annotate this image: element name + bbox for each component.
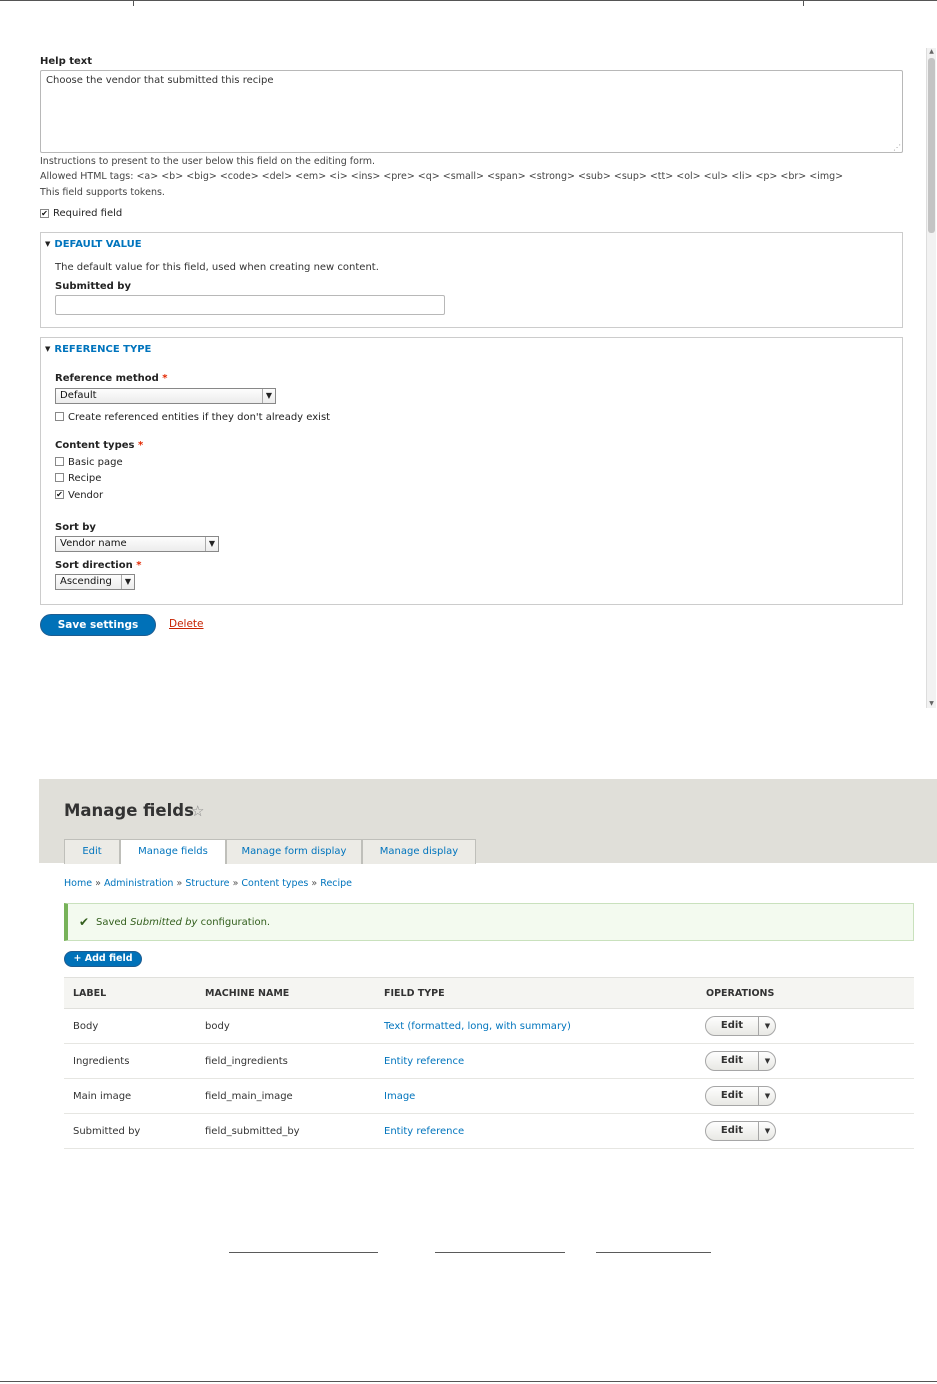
content-type-basic-page-checkbox[interactable]	[55, 457, 64, 466]
shortcut-star-icon[interactable]: ☆	[191, 802, 204, 820]
field-label: Submitted by	[73, 1126, 141, 1137]
chevron-down-icon: ▼	[262, 389, 275, 403]
operations-dropbutton: Edit ▼	[705, 1121, 776, 1141]
column-header-machine-name: MACHINE NAME	[205, 988, 290, 999]
status-message-text: Saved Submitted by configuration.	[96, 917, 271, 928]
field-settings-screenshot: Help text Choose the vendor that submitt…	[0, 40, 937, 708]
dropdown-toggle-icon[interactable]: ▼	[758, 1052, 776, 1070]
page-top-tick	[803, 0, 804, 6]
tab-manage-fields[interactable]: Manage fields	[120, 839, 226, 864]
breadcrumb: Home » Administration » Structure » Cont…	[64, 878, 353, 889]
tab-edit[interactable]: Edit	[64, 839, 120, 864]
breadcrumb-home[interactable]: Home	[64, 878, 92, 889]
vertical-scrollbar[interactable]: ▲ ▼	[926, 48, 936, 708]
sort-by-select[interactable]: Vendor name ▼	[55, 536, 219, 552]
footer-underline	[596, 1252, 711, 1253]
sort-by-label: Sort by	[55, 522, 96, 533]
chevron-down-icon: ▼	[121, 575, 134, 589]
chevron-down-icon: ▼	[205, 537, 218, 551]
help-text-label: Help text	[40, 56, 93, 67]
tab-manage-form-display[interactable]: Manage form display	[226, 839, 362, 864]
default-value-fieldset: ▼ DEFAULT VALUE The default value for thi…	[40, 232, 903, 328]
manage-fields-screenshot: Manage fields ☆ Edit Manage fields Manag…	[39, 779, 937, 1154]
footer-underline	[229, 1252, 378, 1253]
column-header-field-type: FIELD TYPE	[384, 988, 445, 999]
scroll-down-arrow-icon[interactable]: ▼	[927, 700, 936, 708]
content-type-vendor-checkbox[interactable]: ✔	[55, 490, 64, 499]
save-settings-button[interactable]: Save settings	[40, 614, 156, 636]
submitted-by-label: Submitted by	[55, 281, 131, 292]
content-type-recipe-checkbox[interactable]	[55, 473, 64, 482]
field-machine-name: field_main_image	[205, 1091, 293, 1102]
tab-manage-display[interactable]: Manage display	[362, 839, 476, 864]
content-type-recipe-label: Recipe	[68, 473, 102, 484]
delete-link[interactable]: Delete	[169, 618, 204, 630]
table-row: Main image field_main_image Image Edit ▼	[64, 1079, 914, 1114]
page-bottom-rule	[0, 1381, 937, 1382]
table-row: Submitted by field_submitted_by Entity r…	[64, 1114, 914, 1149]
submitted-by-autocomplete-input[interactable]	[55, 295, 445, 315]
page-title: Manage fields	[64, 801, 194, 820]
column-header-label: LABEL	[73, 988, 107, 999]
create-entities-label: Create referenced entities if they don't…	[68, 412, 331, 423]
sort-direction-select[interactable]: Ascending ▼	[55, 574, 135, 590]
breadcrumb-content-types[interactable]: Content types	[241, 878, 308, 889]
breadcrumb-recipe[interactable]: Recipe	[320, 878, 352, 889]
page-top-rule	[0, 0, 937, 1]
create-entities-checkbox[interactable]	[55, 412, 64, 421]
field-type-link[interactable]: Entity reference	[384, 1056, 464, 1067]
status-message: ✔ Saved Submitted by configuration.	[64, 903, 914, 941]
field-machine-name: field_submitted_by	[205, 1126, 300, 1137]
table-row: Ingredients field_ingredients Entity ref…	[64, 1044, 914, 1079]
default-value-description: The default value for this field, used w…	[55, 262, 379, 273]
field-label: Main image	[73, 1091, 132, 1102]
collapse-triangle-icon: ▼	[45, 240, 51, 248]
content-type-vendor-label: Vendor	[68, 490, 104, 501]
scrollbar-thumb[interactable]	[928, 58, 935, 233]
tokens-note: This field supports tokens.	[40, 187, 165, 198]
field-label: Ingredients	[73, 1056, 130, 1067]
operations-dropbutton: Edit ▼	[705, 1051, 776, 1071]
sort-direction-label: Sort direction *	[55, 560, 142, 571]
content-types-label: Content types *	[55, 440, 144, 451]
breadcrumb-structure[interactable]: Structure	[185, 878, 229, 889]
table-row: Body body Text (formatted, long, with su…	[64, 1009, 914, 1044]
field-type-link[interactable]: Entity reference	[384, 1126, 464, 1137]
page-top-tick	[133, 0, 134, 6]
field-type-link[interactable]: Text (formatted, long, with summary)	[384, 1021, 571, 1032]
add-field-button[interactable]: + Add field	[64, 951, 142, 967]
required-field-checkbox[interactable]: ✔	[40, 209, 49, 218]
help-text-description: Instructions to present to the user belo…	[40, 156, 375, 167]
operations-dropbutton: Edit ▼	[705, 1016, 776, 1036]
reference-method-select[interactable]: Default ▼	[55, 388, 276, 404]
field-machine-name: field_ingredients	[205, 1056, 288, 1067]
edit-button[interactable]: Edit	[706, 1122, 758, 1140]
dropdown-toggle-icon[interactable]: ▼	[758, 1017, 776, 1035]
help-text-textarea[interactable]: Choose the vendor that submitted this re…	[40, 70, 903, 153]
field-type-link[interactable]: Image	[384, 1091, 415, 1102]
reference-method-label: Reference method *	[55, 373, 168, 384]
collapse-triangle-icon: ▼	[45, 345, 51, 353]
resize-grip-icon[interactable]: ⋰	[893, 144, 901, 152]
field-label: Body	[73, 1021, 99, 1032]
reference-type-fieldset: ▼ REFERENCE TYPE Reference method * Defau…	[40, 337, 903, 605]
required-field-label: Required field	[53, 208, 123, 219]
column-header-operations: OPERATIONS	[706, 988, 775, 999]
scroll-up-arrow-icon[interactable]: ▲	[927, 48, 936, 56]
dropdown-toggle-icon[interactable]: ▼	[758, 1122, 776, 1140]
table-header: LABEL MACHINE NAME FIELD TYPE OPERATIONS	[64, 977, 914, 1009]
operations-dropbutton: Edit ▼	[705, 1086, 776, 1106]
allowed-html-tags: Allowed HTML tags: <a> <b> <big> <code> …	[40, 171, 844, 182]
dropdown-toggle-icon[interactable]: ▼	[758, 1087, 776, 1105]
footer-underline	[435, 1252, 565, 1253]
breadcrumb-administration[interactable]: Administration	[104, 878, 174, 889]
checkmark-icon: ✔	[79, 915, 90, 929]
field-machine-name: body	[205, 1021, 230, 1032]
content-type-basic-page-label: Basic page	[68, 457, 123, 468]
edit-button[interactable]: Edit	[706, 1052, 758, 1070]
reference-type-legend[interactable]: ▼ REFERENCE TYPE	[45, 344, 151, 355]
edit-button[interactable]: Edit	[706, 1087, 758, 1105]
edit-button[interactable]: Edit	[706, 1017, 758, 1035]
default-value-legend[interactable]: ▼ DEFAULT VALUE	[45, 239, 142, 250]
